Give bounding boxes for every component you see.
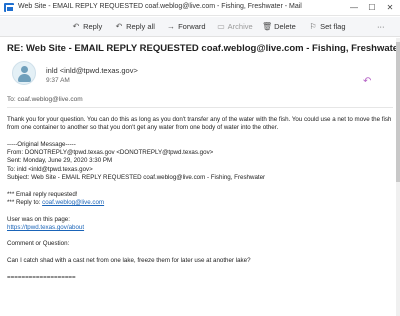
replied-icon: ↶: [363, 76, 372, 87]
delete-icon: 🗑: [262, 22, 273, 31]
original-subject: Subject: Web Site - EMAIL REPLY REQUESTE…: [7, 174, 266, 182]
message-body: Thank you for your question. You can do …: [7, 116, 395, 282]
reply-to-prefix: *** Reply to:: [7, 198, 43, 206]
page-link[interactable]: https://tpwd.texas.gov/about: [7, 224, 84, 231]
archive-icon: ▭: [217, 22, 225, 31]
flag-icon: ⚐: [309, 22, 317, 31]
page-label: User was on this page:: [7, 215, 70, 223]
reply-all-icon: ↶: [115, 22, 123, 31]
set-flag-label: Set flag: [320, 22, 346, 31]
mail-app-icon: [4, 3, 14, 12]
forward-label: Forward: [178, 22, 206, 31]
reply-icon: ↶: [72, 22, 80, 31]
separator-line: ===================: [7, 273, 76, 281]
reply-button[interactable]: ↶ Reply: [71, 21, 103, 33]
reply-all-label: Reply all: [126, 22, 155, 31]
header-divider: [7, 107, 393, 108]
original-to: To: inld <inld@tpwd.texas.gov>: [7, 165, 93, 173]
reply-requested-notice: *** Email reply requested!: [7, 190, 78, 198]
scrollbar-thumb[interactable]: [396, 42, 400, 182]
original-from: From: DONOTREPLY@tpwd.texas.gov <DONOTRE…: [7, 149, 214, 157]
delete-label: Delete: [274, 22, 296, 31]
reply-label: Reply: [83, 22, 103, 31]
window-title: Web Site - EMAIL REPLY REQUESTED coaf.we…: [18, 3, 302, 10]
title-bar: Web Site - EMAIL REPLY REQUESTED coaf.we…: [0, 0, 400, 16]
original-sent: Sent: Monday, June 29, 2020 3:30 PM: [7, 157, 113, 165]
original-message-header: -----Original Message-----: [7, 140, 76, 148]
reply-to-line: *** Reply to: coaf.weblog@live.com: [7, 199, 395, 207]
message-subject: RE: Web Site - EMAIL REPLY REQUESTED coa…: [7, 43, 400, 54]
avatar: [12, 61, 36, 85]
more-icon: ···: [377, 22, 385, 31]
minimize-button[interactable]: —: [347, 1, 361, 14]
maximize-button[interactable]: ☐: [365, 1, 379, 14]
recipient-line[interactable]: To: coaf.weblog@live.com: [7, 96, 83, 103]
archive-button[interactable]: ▭ Archive: [216, 21, 253, 33]
archive-label: Archive: [227, 22, 253, 31]
comment-label: Comment or Question:: [7, 240, 70, 248]
reply-all-button[interactable]: ↶ Reply all: [114, 21, 155, 33]
forward-icon: →: [167, 22, 175, 31]
message-toolbar: ↶ Reply ↶ Reply all → Forward ▭ Archive …: [0, 17, 400, 37]
forward-button[interactable]: → Forward: [166, 21, 206, 33]
message-time: 9:37 AM: [46, 77, 70, 84]
reply-paragraph: Thank you for your question. You can do …: [7, 116, 392, 132]
delete-button[interactable]: 🗑 Delete: [262, 21, 296, 33]
close-button[interactable]: ✕: [383, 1, 397, 14]
more-actions-button[interactable]: ···: [377, 21, 385, 33]
set-flag-button[interactable]: ⚐ Set flag: [308, 21, 346, 33]
sender-name[interactable]: inld <inld@tpwd.texas.gov>: [46, 66, 138, 75]
reply-to-link[interactable]: coaf.weblog@live.com: [42, 199, 104, 206]
question-text: Can I catch shad with a cast net from on…: [7, 257, 251, 265]
scrollbar[interactable]: [396, 38, 400, 316]
